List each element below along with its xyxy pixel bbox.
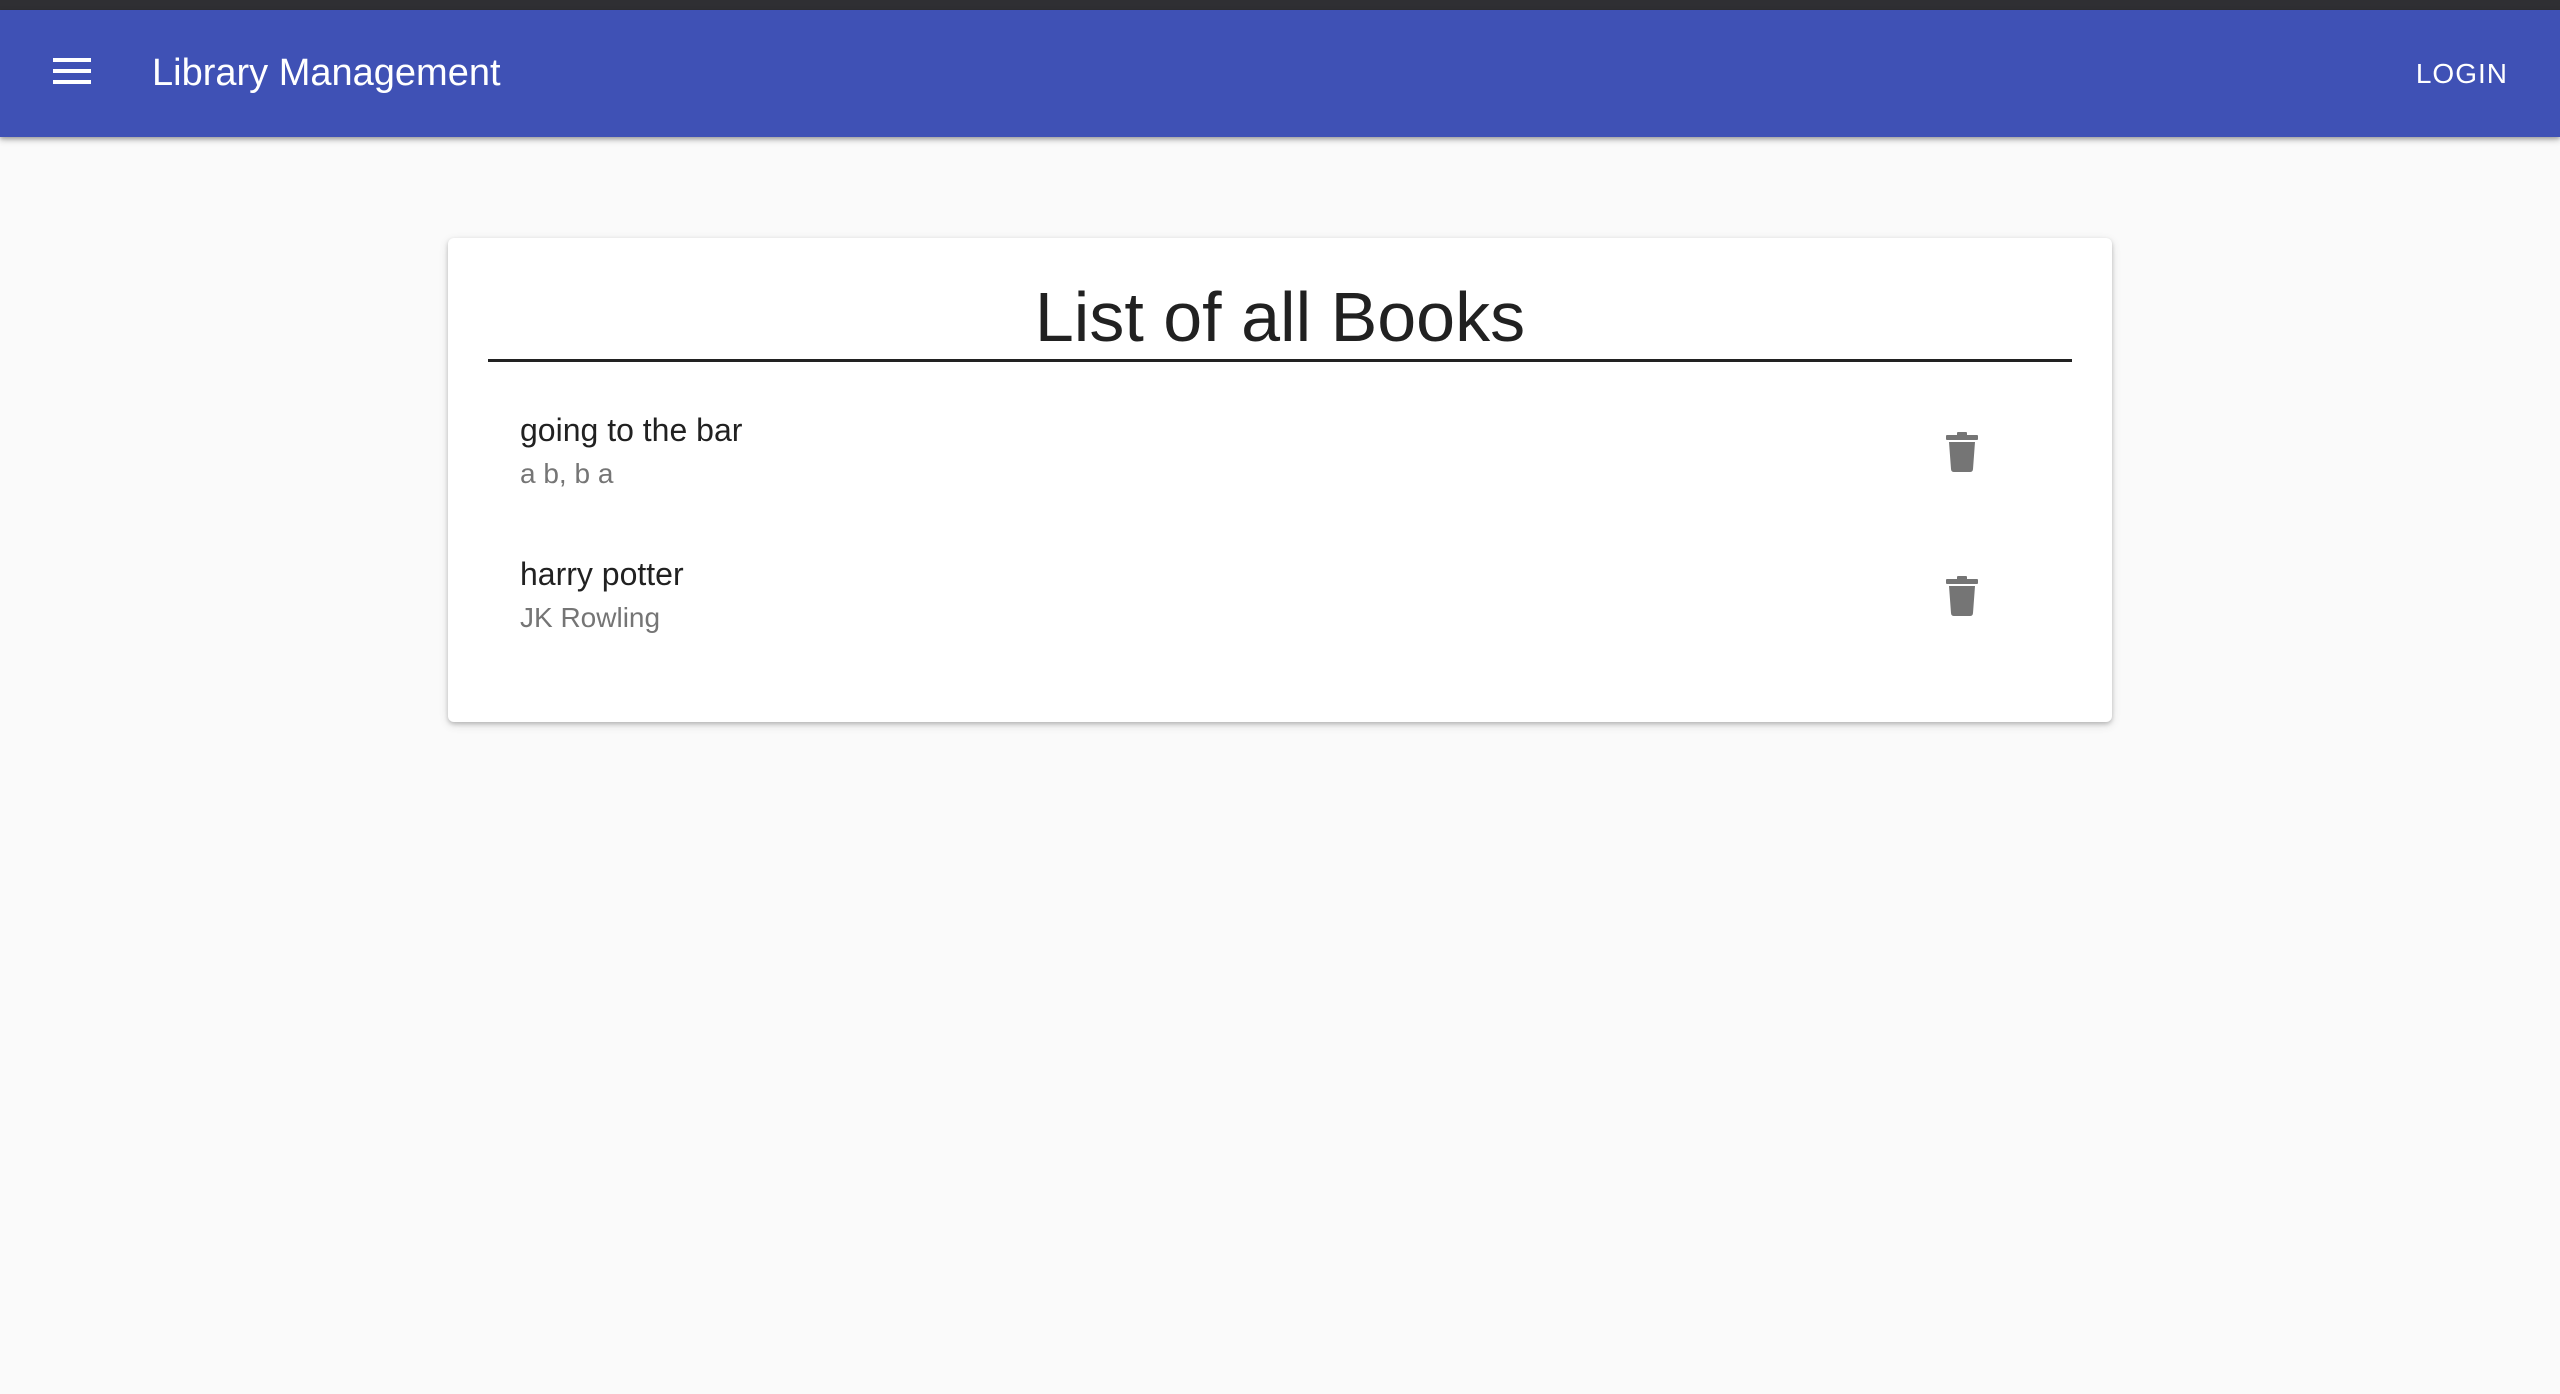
book-authors: a b, b a xyxy=(520,458,614,489)
list-item[interactable]: harry potter JK Rowling xyxy=(488,532,2072,664)
trash-icon xyxy=(1946,431,1978,477)
book-authors: JK Rowling xyxy=(520,602,661,633)
menu-button[interactable] xyxy=(44,48,100,98)
app-bar: Library Management LOGIN xyxy=(0,10,2560,137)
list-item[interactable]: going to the bar a b, b a xyxy=(488,388,2072,520)
hamburger-menu-icon xyxy=(53,57,91,90)
trash-icon xyxy=(1946,575,1978,621)
title-divider xyxy=(488,359,2072,362)
book-title: harry potter xyxy=(520,556,684,592)
login-button[interactable]: LOGIN xyxy=(2416,54,2508,94)
page-title: List of all Books xyxy=(1034,278,1526,356)
books-card: List of all Books going to the bar a b, … xyxy=(448,238,2112,722)
app-title: Library Management xyxy=(152,52,501,94)
window-top-strip xyxy=(0,0,2560,10)
book-title: going to the bar xyxy=(520,412,743,448)
delete-book-button[interactable] xyxy=(1932,568,1992,628)
delete-book-button[interactable] xyxy=(1932,424,1992,484)
